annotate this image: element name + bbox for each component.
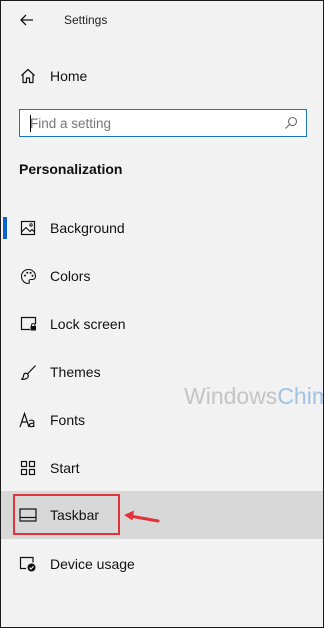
lock-screen-icon (19, 315, 37, 333)
back-arrow-icon (20, 14, 33, 26)
back-button[interactable] (15, 9, 39, 31)
settings-window: Settings Home Personalization Background (0, 0, 324, 628)
annotation-highlight-box (13, 494, 120, 535)
home-nav-item[interactable]: Home (1, 52, 323, 100)
home-icon (19, 67, 37, 85)
nav-item-device-usage[interactable]: Device usage (1, 540, 323, 588)
nav-item-label: Background (50, 220, 125, 236)
nav-item-label: Device usage (50, 556, 135, 572)
selection-indicator (3, 217, 7, 239)
nav-item-background[interactable]: Background (1, 204, 323, 252)
device-usage-icon (19, 555, 37, 573)
nav-item-label: Themes (50, 364, 101, 380)
watermark-part-1: Windows (184, 383, 278, 409)
title-bar: Settings (1, 1, 323, 39)
watermark-part-2: Chimp (277, 383, 323, 409)
brush-icon (19, 363, 37, 381)
nav-item-label: Colors (50, 268, 91, 284)
search-input[interactable] (30, 114, 280, 132)
nav-item-label: Lock screen (50, 316, 126, 332)
search-icon[interactable] (284, 116, 298, 130)
font-icon (19, 411, 37, 429)
nav-item-label: Fonts (50, 412, 86, 428)
search-box[interactable] (19, 109, 307, 137)
watermark: WindowsChimp (184, 383, 323, 410)
nav-item-label: Start (50, 460, 80, 476)
start-grid-icon (19, 459, 37, 477)
picture-icon (19, 219, 37, 237)
nav-item-lock-screen[interactable]: Lock screen (1, 300, 323, 348)
nav-item-colors[interactable]: Colors (1, 252, 323, 300)
section-heading: Personalization (19, 161, 123, 177)
palette-icon (19, 267, 37, 285)
annotation-arrow-icon (124, 510, 160, 523)
home-label: Home (50, 68, 88, 84)
window-title: Settings (64, 13, 108, 27)
nav-item-start[interactable]: Start (1, 444, 323, 492)
